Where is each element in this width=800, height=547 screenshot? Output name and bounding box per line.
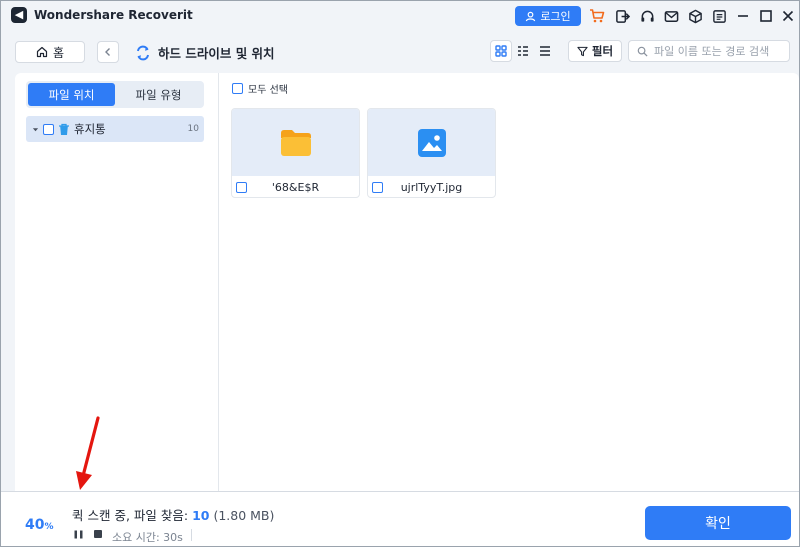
location-header: 하드 드라이브 및 위치 [135, 43, 275, 62]
back-button[interactable] [97, 41, 119, 63]
file-checkbox[interactable] [372, 181, 383, 193]
tab-file-location[interactable]: 파일 위치 [28, 83, 115, 106]
title-bar: ◀ Wondershare Recoverit 로그인 [1, 1, 799, 31]
scan-status-bar: 40% 퀵 스캔 중, 파일 찾음: 10 (1.80 MB) 소요 시간: 3… [1, 491, 799, 546]
file-card[interactable]: ujrlTyyT.jpg [367, 108, 496, 198]
search-icon [637, 46, 648, 57]
select-all[interactable]: 모두 선택 [232, 81, 288, 96]
detail-view-icon [518, 46, 528, 56]
headset-icon[interactable] [638, 7, 656, 25]
search-box [628, 40, 790, 62]
scan-status-text: 퀵 스캔 중, 파일 찾음: 10 (1.80 MB) [72, 505, 274, 524]
progress-value: 40 [25, 517, 45, 533]
filter-label: 필터 [591, 44, 614, 58]
grid-view-icon [495, 45, 507, 57]
stop-icon [94, 530, 102, 538]
menu-icon[interactable] [710, 7, 728, 25]
scan-status-prefix: 퀵 스캔 중, 파일 찾음: [72, 508, 193, 523]
login-label: 로그인 [540, 10, 571, 23]
file-name: '68&E$R [271, 180, 320, 194]
chevron-left-icon [105, 48, 110, 56]
tree-item-recycle-bin[interactable]: 휴지통 10 [26, 116, 204, 142]
cart-icon[interactable] [588, 7, 606, 25]
detail-view-button[interactable] [512, 40, 534, 62]
progress-unit: % [44, 522, 54, 532]
search-input[interactable] [654, 44, 784, 58]
file-grid-panel: 모두 선택 '68&E$R ujrlTyyT.jpg [219, 73, 799, 491]
list-view-button[interactable] [534, 40, 556, 62]
found-size: (1.80 MB) [213, 508, 275, 523]
select-all-label: 모두 선택 [248, 85, 288, 96]
sidebar-tabs: 파일 위치 파일 유형 [26, 81, 204, 108]
select-all-checkbox[interactable] [232, 83, 243, 94]
sign-in-icon[interactable] [613, 7, 631, 25]
app-title: Wondershare Recoverit [34, 8, 193, 22]
pause-icon [74, 530, 82, 538]
file-thumbnail [368, 109, 495, 176]
file-card-footer: ujrlTyyT.jpg [368, 176, 495, 197]
file-thumbnail [232, 109, 359, 176]
file-card[interactable]: '68&E$R [231, 108, 360, 198]
file-checkbox[interactable] [236, 181, 247, 193]
elapsed-time: 소요 시간: 30s [112, 531, 183, 544]
home-icon [36, 46, 48, 58]
divider [191, 529, 192, 541]
close-icon[interactable] [779, 7, 797, 25]
grid-view-button[interactable] [490, 40, 512, 62]
mail-icon[interactable] [662, 7, 680, 25]
confirm-button[interactable]: 확인 [645, 506, 791, 540]
folder-icon [280, 129, 311, 156]
file-card-footer: '68&E$R [232, 176, 359, 197]
toolbar: 홈 하드 드라이브 및 위치 필터 [1, 31, 799, 71]
stop-button[interactable] [93, 529, 103, 539]
location-title: 하드 드라이브 및 위치 [158, 46, 275, 61]
home-label: 홈 [52, 45, 65, 60]
sidebar: 파일 위치 파일 유형 휴지통 10 [15, 73, 219, 491]
cube-icon[interactable] [686, 7, 704, 25]
maximize-icon[interactable] [757, 7, 775, 25]
app-logo-icon: ◀ [11, 7, 27, 23]
login-button[interactable]: 로그인 [515, 6, 581, 26]
image-icon [417, 128, 446, 157]
progress-percent: 40% [25, 517, 54, 533]
home-button[interactable]: 홈 [15, 41, 85, 63]
tree-item-label: 휴지통 [74, 122, 106, 136]
minimize-icon[interactable] [734, 7, 752, 25]
found-count: 10 [192, 508, 210, 523]
trash-icon [59, 123, 69, 135]
view-switcher [490, 40, 560, 62]
filter-button[interactable]: 필터 [568, 40, 622, 62]
tab-file-type[interactable]: 파일 유형 [115, 83, 202, 106]
pause-button[interactable] [73, 529, 83, 539]
caret-down-icon[interactable] [32, 126, 39, 133]
tree-item-count: 10 [187, 124, 199, 134]
recycle-icon [137, 45, 149, 60]
file-name: ujrlTyyT.jpg [400, 180, 463, 194]
app-window: ◀ Wondershare Recoverit 로그인 홈 하드 드라이브 및 … [0, 0, 800, 547]
user-icon [526, 11, 536, 21]
list-view-icon [540, 46, 550, 56]
filter-icon [577, 46, 588, 56]
tree-item-checkbox[interactable] [43, 123, 54, 135]
